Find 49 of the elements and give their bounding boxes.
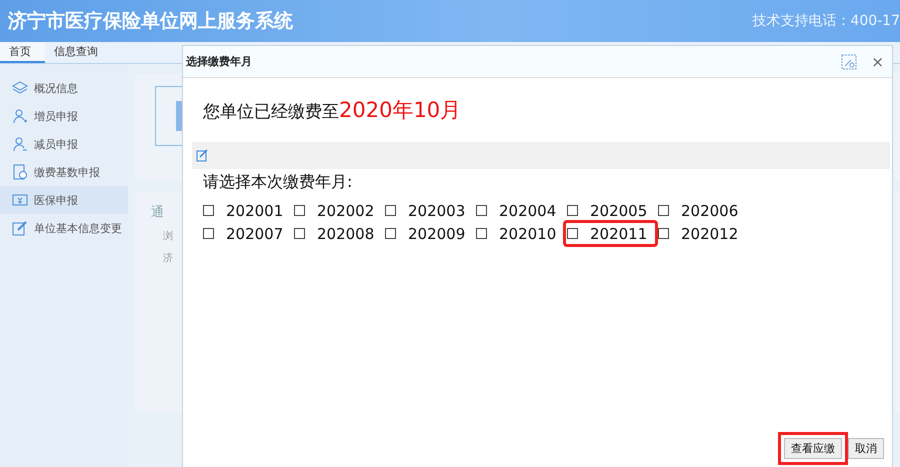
checkbox[interactable] [203, 205, 214, 216]
checkbox[interactable] [203, 228, 214, 239]
layers-icon [12, 80, 28, 96]
month-option[interactable]: 202009 [383, 222, 474, 245]
paid-until-text: 您单位已经缴费至2020年10月 [202, 97, 462, 122]
month-option[interactable]: 202003 [383, 199, 474, 222]
list-item: 济 [163, 252, 173, 265]
sidebar-item[interactable]: 缴费基数申报 [0, 158, 128, 186]
checkbox[interactable] [476, 205, 487, 216]
support-phone: 技术支持电话：400-17 [752, 12, 900, 30]
sidebar-item[interactable]: 减员申报 [0, 130, 128, 158]
month-option[interactable]: 202006 [656, 199, 747, 222]
tab[interactable]: 首页 [0, 42, 45, 63]
checkbox[interactable] [658, 228, 669, 239]
prompt-text: 请选择本次缴费年月: [202, 171, 354, 193]
month-option[interactable]: 202002 [292, 199, 383, 222]
dialog-button[interactable]: 取消 [848, 438, 884, 459]
month-option[interactable]: 202012 [656, 222, 747, 245]
month-option[interactable]: 202001 [201, 199, 292, 222]
month-option[interactable]: 202011 [565, 222, 656, 245]
month-option[interactable]: 202005 [565, 199, 656, 222]
money-icon [12, 192, 28, 208]
sidebar-item[interactable]: 增员申报 [0, 102, 128, 130]
user-add-icon [12, 108, 28, 124]
sidebar-item[interactable]: 医保申报 [0, 186, 128, 214]
checkbox[interactable] [476, 228, 487, 239]
checkbox[interactable] [658, 205, 669, 216]
user-remove-icon [12, 136, 28, 152]
checkbox[interactable] [385, 228, 396, 239]
month-option[interactable]: 202007 [201, 222, 292, 245]
sidebar-item[interactable]: 单位基本信息变更 [0, 214, 128, 242]
edit-icon [12, 220, 28, 236]
dialog-title: 选择缴费年月 [186, 54, 252, 69]
month-option[interactable]: 202008 [292, 222, 383, 245]
app-title: 济宁市医疗保险单位网上服务系统 [8, 9, 293, 34]
checkbox[interactable] [567, 228, 578, 239]
month-option[interactable]: 202004 [474, 199, 565, 222]
tab[interactable]: 信息查询 [45, 42, 112, 63]
checkbox[interactable] [567, 205, 578, 216]
checkbox[interactable] [294, 205, 305, 216]
close-button[interactable]: × [871, 52, 884, 70]
sidebar-item[interactable]: 概况信息 [0, 74, 128, 102]
document-icon [12, 164, 28, 180]
checkbox[interactable] [294, 228, 305, 239]
list-item: 浏 [163, 230, 173, 243]
panel-heading: 通 [151, 204, 164, 221]
checkbox[interactable] [385, 205, 396, 216]
edit-icon[interactable] [196, 149, 209, 162]
month-option[interactable]: 202010 [474, 222, 565, 245]
